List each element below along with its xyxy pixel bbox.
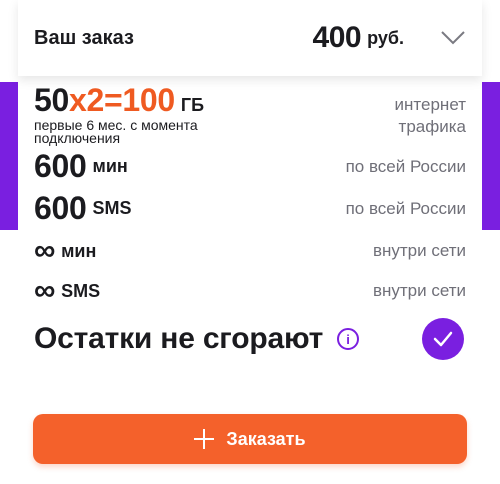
sms-scope: по всей России	[345, 198, 466, 218]
traffic-multiplier: x2=	[69, 82, 123, 118]
traffic-desc-1: интернет	[394, 95, 466, 114]
traffic-block: 50 x2= 100 ГБ первые 6 мес. с момента по…	[34, 82, 204, 145]
order-button-label: Заказать	[226, 428, 306, 449]
order-currency: руб.	[367, 27, 404, 48]
traffic-desc-2: трафика	[398, 117, 466, 136]
traffic-desc: интернет трафика	[395, 94, 466, 138]
minutes-value: 600	[34, 148, 87, 184]
order-header[interactable]: Ваш заказ 400 руб.	[18, 0, 482, 76]
traffic-row: 50 x2= 100 ГБ первые 6 мес. с момента по…	[34, 82, 466, 145]
order-price: 400	[312, 21, 362, 54]
plus-icon	[194, 429, 215, 449]
traffic-total: 100	[122, 82, 175, 118]
order-card: Ваш заказ 400 руб. 50 x2= 100 ГБ первые …	[0, 0, 500, 484]
unlimited-sms-row: ∞ SMS внутри сети	[34, 274, 466, 308]
infinity-minutes: ∞	[34, 234, 56, 267]
sms-unit: SMS	[92, 198, 132, 218]
background-right	[482, 82, 500, 230]
check-icon[interactable]	[422, 318, 464, 360]
unlimited-minutes-row: ∞ мин внутри сети	[34, 234, 466, 268]
infinity-sms: ∞	[34, 274, 56, 307]
sms-row: 600 SMS по всей России	[34, 190, 466, 227]
minutes-row: 600 мин по всей России	[34, 148, 466, 185]
order-button[interactable]: Заказать	[33, 414, 467, 464]
unlimited-minutes-scope: внутри сети	[372, 241, 466, 260]
chevron-down-icon[interactable]	[440, 25, 466, 51]
traffic-note-2: подключения	[34, 130, 121, 146]
info-icon[interactable]: i	[337, 328, 360, 350]
unlimited-minutes-unit: мин	[61, 240, 97, 261]
traffic-base: 50	[34, 82, 69, 118]
background-left	[0, 82, 18, 230]
minutes-scope: по всей России	[345, 156, 466, 176]
minutes-unit: мин	[92, 156, 128, 176]
remains-label: Остатки не сгорают	[34, 322, 324, 355]
traffic-unit: ГБ	[180, 95, 205, 115]
order-title: Ваш заказ	[34, 26, 134, 49]
unlimited-sms-unit: SMS	[61, 280, 101, 301]
sms-value: 600	[34, 190, 87, 226]
unlimited-sms-scope: внутри сети	[372, 281, 466, 300]
remains-row: Остатки не сгорают i	[34, 318, 464, 360]
